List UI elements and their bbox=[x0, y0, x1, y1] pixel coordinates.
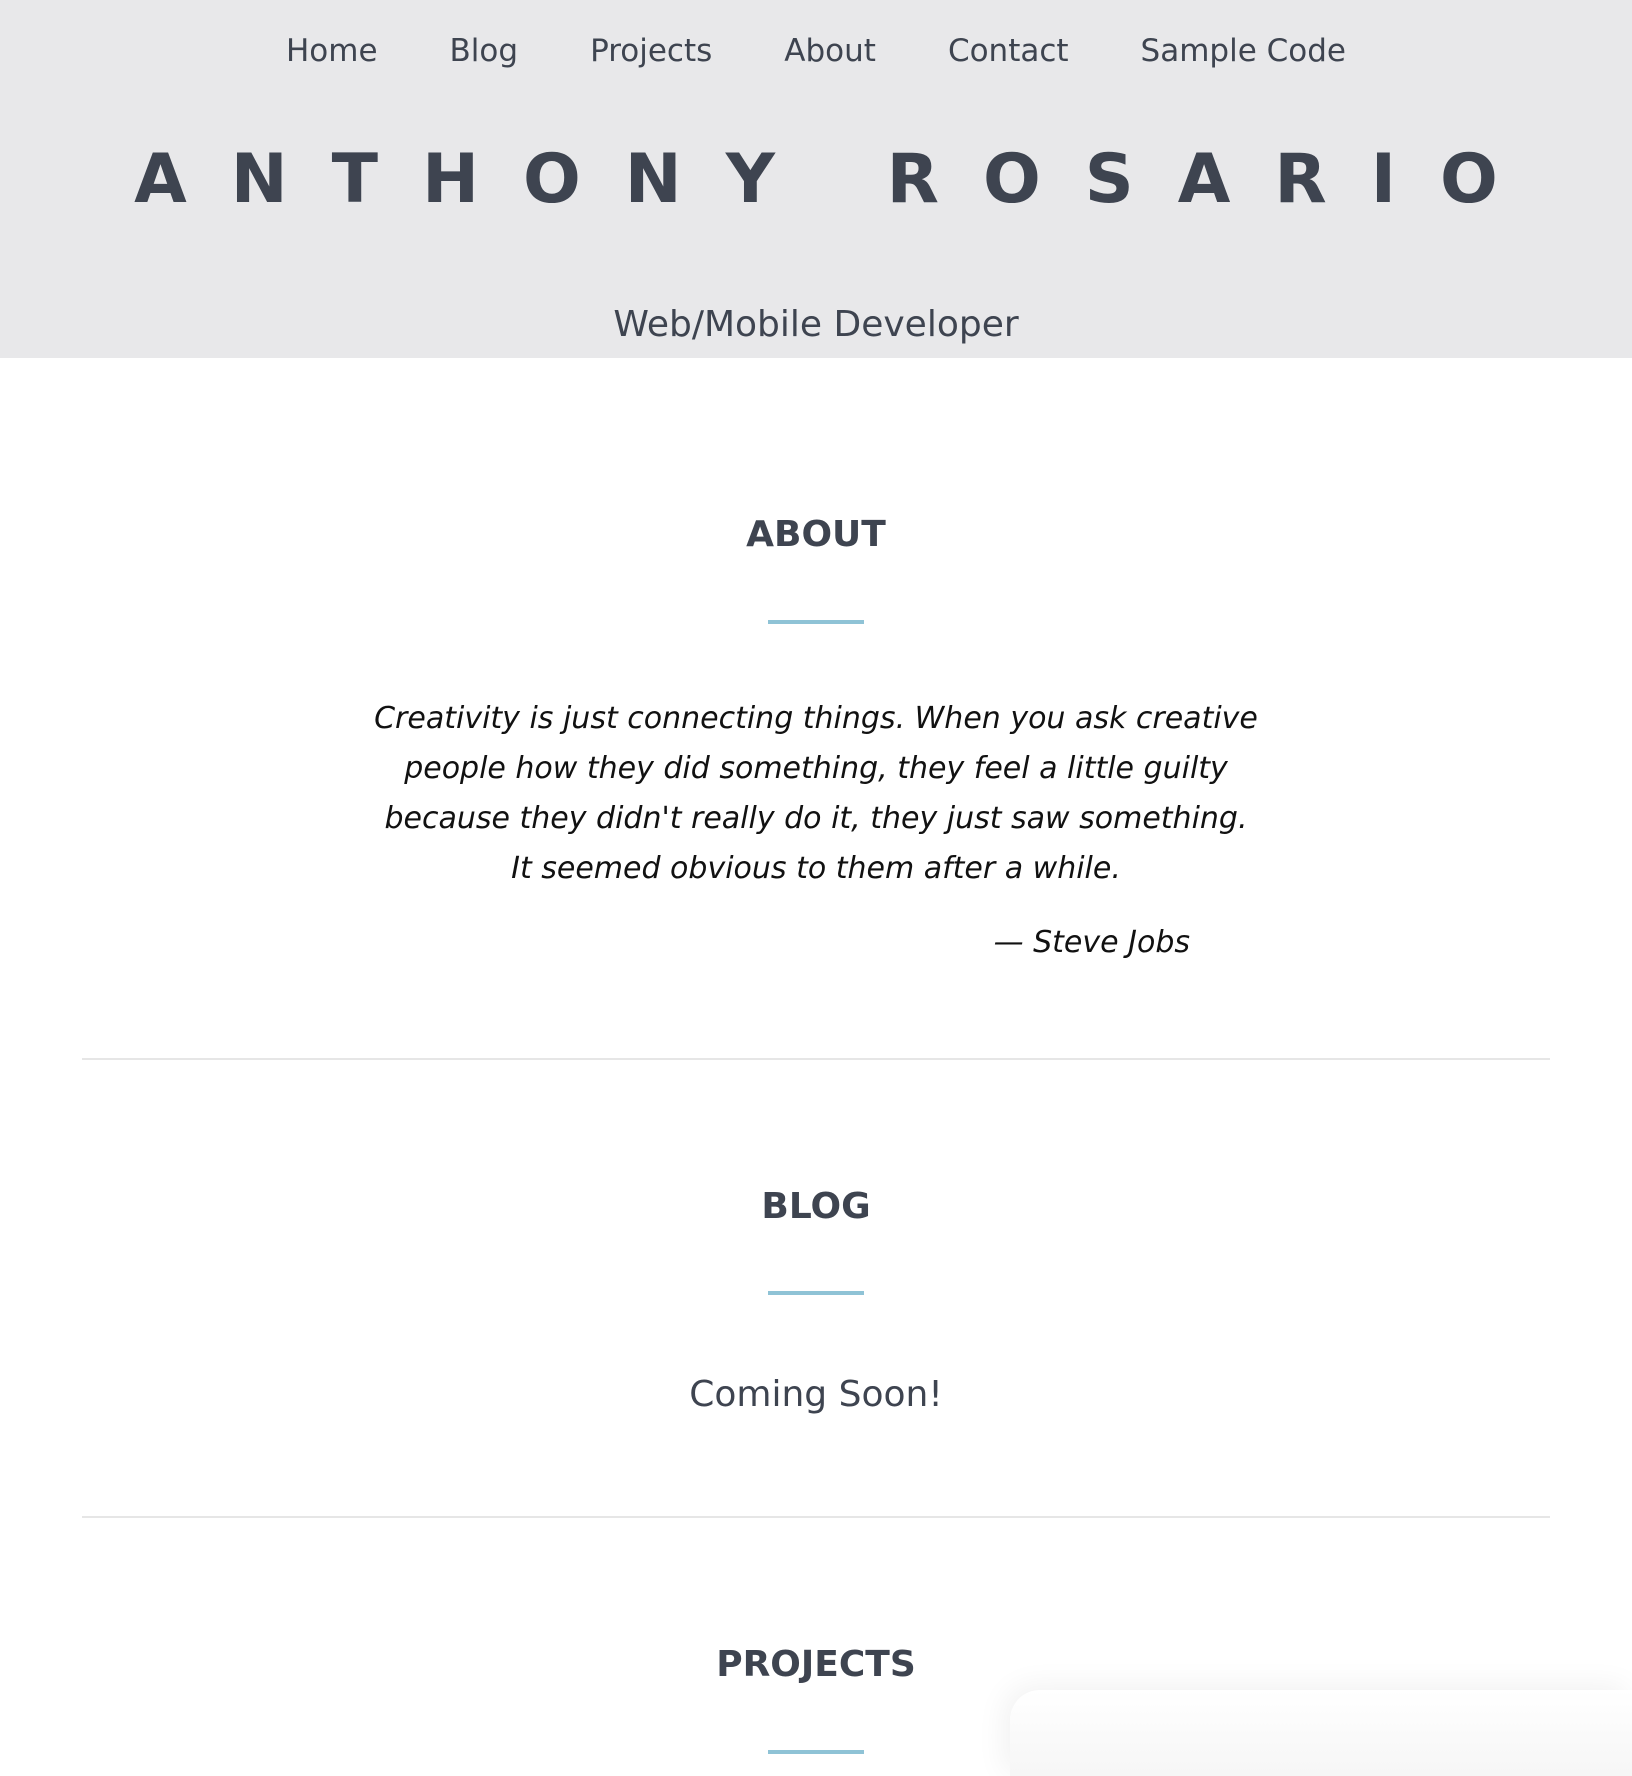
quote-author: — Steve Jobs bbox=[993, 925, 1190, 960]
projects-accent-bar bbox=[768, 1750, 864, 1754]
section-divider bbox=[82, 1516, 1550, 1518]
nav-link-sample-code[interactable]: Sample Code bbox=[1105, 28, 1382, 74]
nav-link-blog[interactable]: Blog bbox=[414, 28, 555, 74]
section-divider bbox=[82, 1058, 1550, 1060]
quote-line: because they didn't really do it, they j… bbox=[384, 801, 1248, 836]
blog-heading: BLOG bbox=[761, 1186, 871, 1227]
nav-link-contact[interactable]: Contact bbox=[912, 28, 1105, 74]
nav-link-home[interactable]: Home bbox=[250, 28, 414, 74]
blog-coming-soon: Coming Soon! bbox=[689, 1374, 943, 1415]
about-accent-bar bbox=[768, 620, 864, 624]
nav-link-about[interactable]: About bbox=[748, 28, 912, 74]
site-header: Home Blog Projects About Contact Sample … bbox=[0, 0, 1632, 358]
nav-link-projects[interactable]: Projects bbox=[554, 28, 748, 74]
about-quote: Creativity is just connecting things. Wh… bbox=[366, 694, 1266, 894]
about-heading: ABOUT bbox=[746, 514, 886, 555]
blog-accent-bar bbox=[768, 1291, 864, 1295]
quote-line: Creativity is just connecting things. Wh… bbox=[374, 701, 1258, 736]
projects-heading: PROJECTS bbox=[716, 1644, 916, 1685]
site-subtitle: Web/Mobile Developer bbox=[613, 304, 1019, 345]
main-nav: Home Blog Projects About Contact Sample … bbox=[0, 28, 1632, 74]
quote-line: people how they did something, they feel… bbox=[404, 751, 1228, 786]
site-title: ANTHONY ROSARIO bbox=[134, 140, 1542, 219]
quote-line: It seemed obvious to them after a while. bbox=[511, 851, 1121, 886]
overlay-shadow bbox=[1010, 1690, 1632, 1776]
